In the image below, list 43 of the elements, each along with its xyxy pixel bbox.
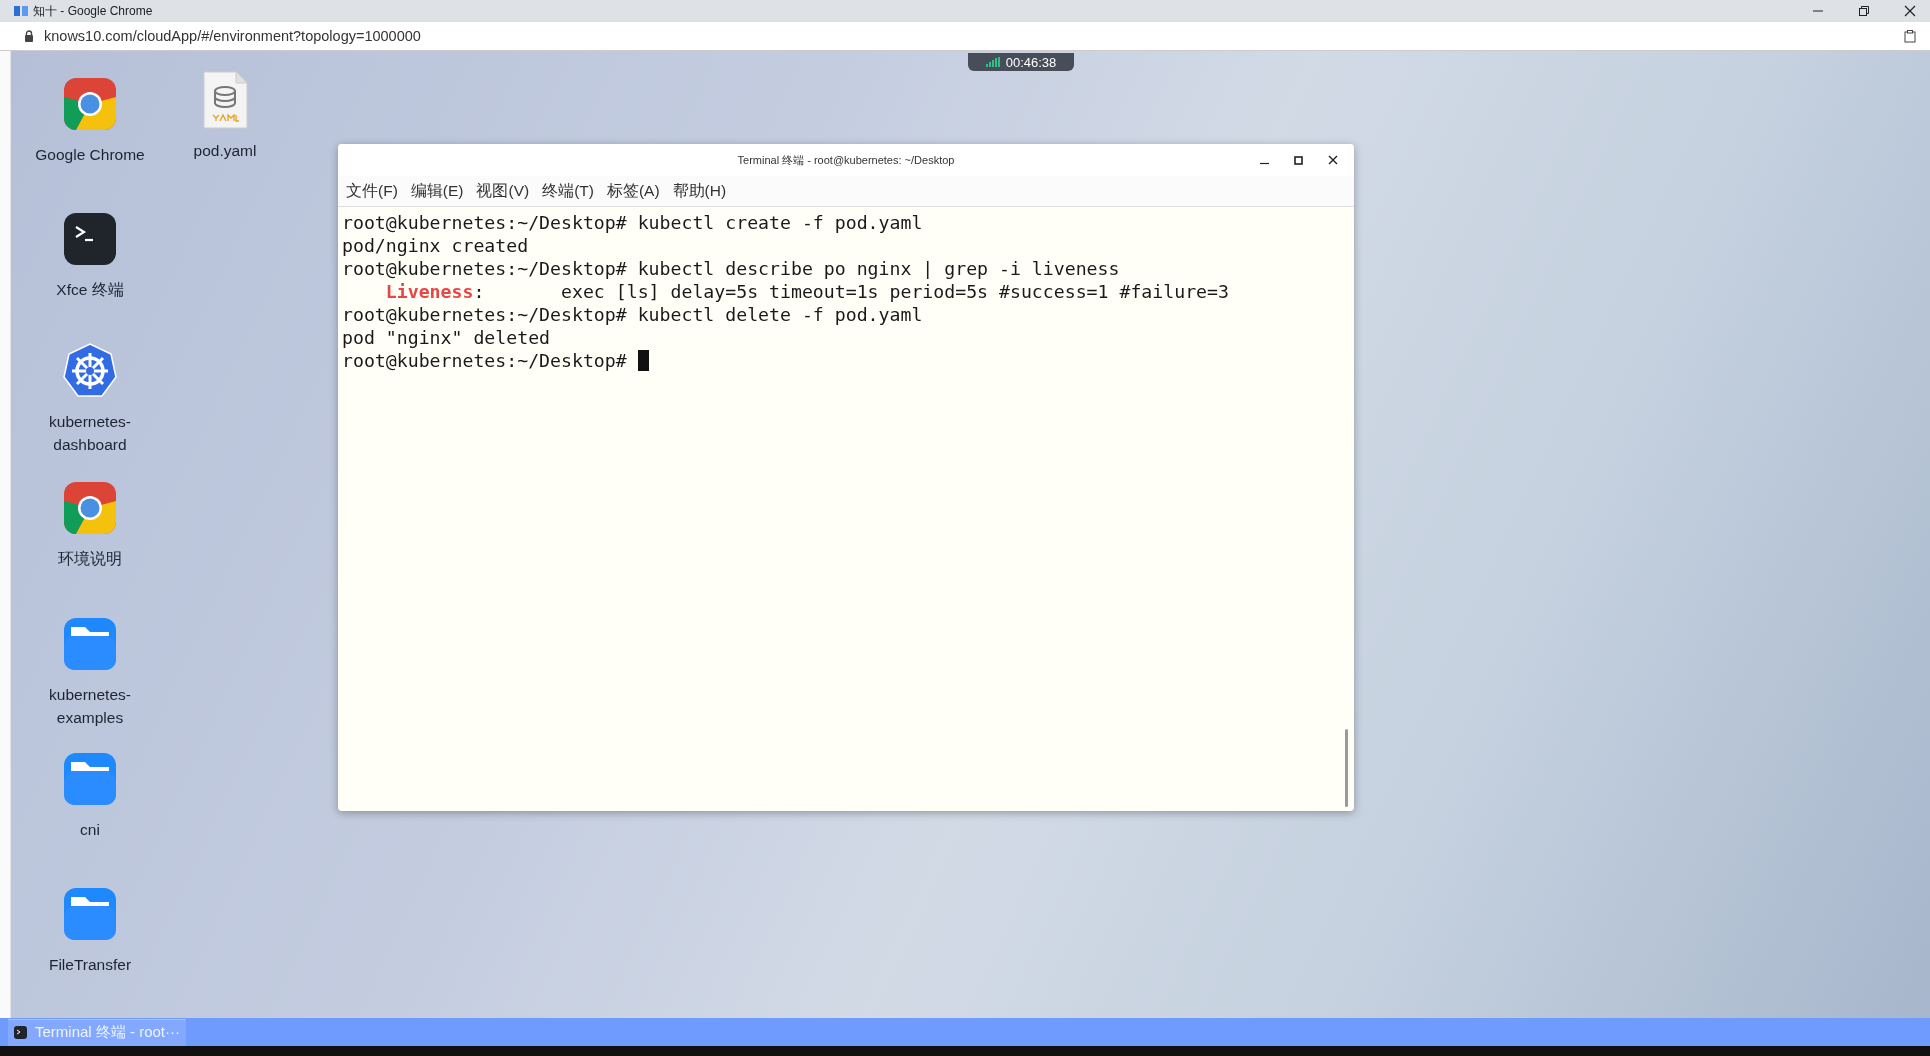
desktop-icon-label[interactable]: Xfce 终端 <box>30 278 150 301</box>
terminal-line: root@kubernetes:~/Desktop# kubectl delete -f pod.yaml <box>342 304 923 325</box>
menu-item[interactable]: 终端(T) <box>542 180 594 202</box>
menu-item[interactable]: 帮助(H) <box>672 180 727 202</box>
window-title: 知十 - Google Chrome <box>33 2 153 20</box>
window-title: Terminal 终端 - root@kubernetes: ~/Desktop <box>737 152 955 168</box>
desktop-icon-label[interactable]: 环境说明 <box>30 547 150 570</box>
helm-wheel-icon[interactable] <box>61 342 119 400</box>
terminal-line: Liveness: exec [ls] delay=5s timeout=1s period=5s #success=1 #failure=3 <box>384 281 1229 302</box>
close-icon[interactable] <box>1328 155 1338 165</box>
terminal-line: root@kubernetes:~/Desktop# <box>342 350 628 371</box>
terminal-app-icon[interactable] <box>63 212 117 266</box>
menu-item[interactable]: 编辑(E) <box>410 180 464 202</box>
restore-icon[interactable] <box>1858 5 1870 17</box>
maximize-icon[interactable] <box>1294 155 1303 165</box>
desktop-icon-label[interactable]: Google Chrome <box>30 143 150 166</box>
terminal-line: pod/nginx created <box>342 235 529 256</box>
terminal-line: root@kubernetes:~/Desktop# kubectl create -f pod.yaml <box>342 212 923 233</box>
folder-icon[interactable] <box>63 887 117 941</box>
terminal-line: pod "nginx" deleted <box>342 327 551 348</box>
url-text[interactable]: knows10.com/cloudApp/#/environment?topology=1000000 <box>44 28 421 44</box>
app-logo-icon <box>14 5 28 17</box>
browser-app-icon[interactable] <box>63 481 117 535</box>
scrollbar[interactable] <box>1345 729 1348 807</box>
desktop-icon-label[interactable]: FileTransfer <box>30 953 150 976</box>
desktop-icon-label[interactable]: pod.yaml <box>165 139 285 162</box>
desktop-icon-label[interactable]: cni <box>30 818 150 841</box>
yaml-file-icon[interactable] <box>202 71 248 129</box>
terminal-app-icon <box>14 1026 27 1039</box>
terminal-line: root@kubernetes:~/Desktop# kubectl describe po nginx | grep -i liveness <box>342 258 1120 279</box>
folder-icon[interactable] <box>63 617 117 671</box>
desktop-icon-label[interactable]: kubernetes-dashboard <box>30 410 150 456</box>
close-icon[interactable] <box>1904 5 1916 17</box>
folder-icon[interactable] <box>63 752 117 806</box>
signal-icon <box>985 57 1000 67</box>
desktop-icon-label[interactable]: kubernetes-examples <box>30 683 150 729</box>
browser-app-icon[interactable] <box>63 77 117 131</box>
menu-item[interactable]: 文件(F) <box>346 180 398 202</box>
lock-icon <box>24 30 34 42</box>
clipboard-icon[interactable] <box>1904 29 1916 43</box>
menu-item[interactable]: 标签(A) <box>606 180 660 202</box>
timer-text: 00:46:38 <box>1005 54 1057 70</box>
menu-item[interactable]: 视图(V) <box>476 180 530 202</box>
